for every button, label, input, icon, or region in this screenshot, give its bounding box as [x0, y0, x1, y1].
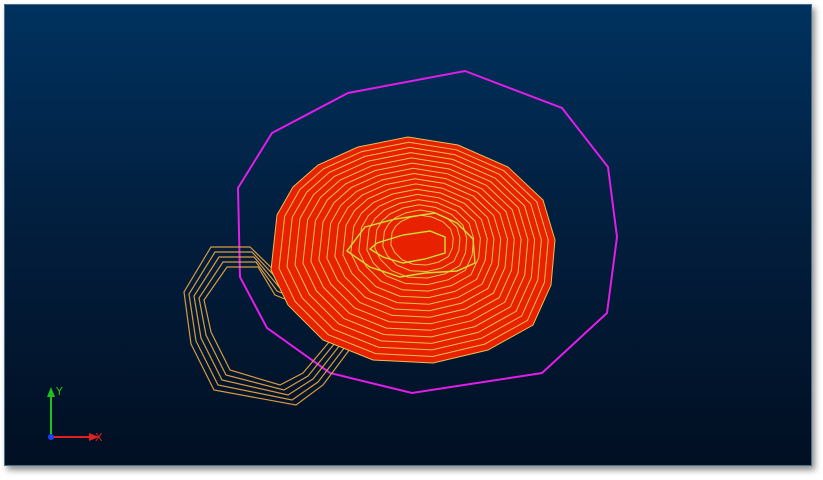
- main-pit-contours[interactable]: [270, 136, 556, 364]
- axis-triad: Y X: [47, 385, 103, 444]
- y-axis-label: Y: [55, 385, 63, 398]
- x-axis-label: X: [95, 431, 103, 444]
- 3d-viewport-frame: Y X: [4, 4, 812, 466]
- 3d-viewport[interactable]: Y X: [5, 5, 811, 465]
